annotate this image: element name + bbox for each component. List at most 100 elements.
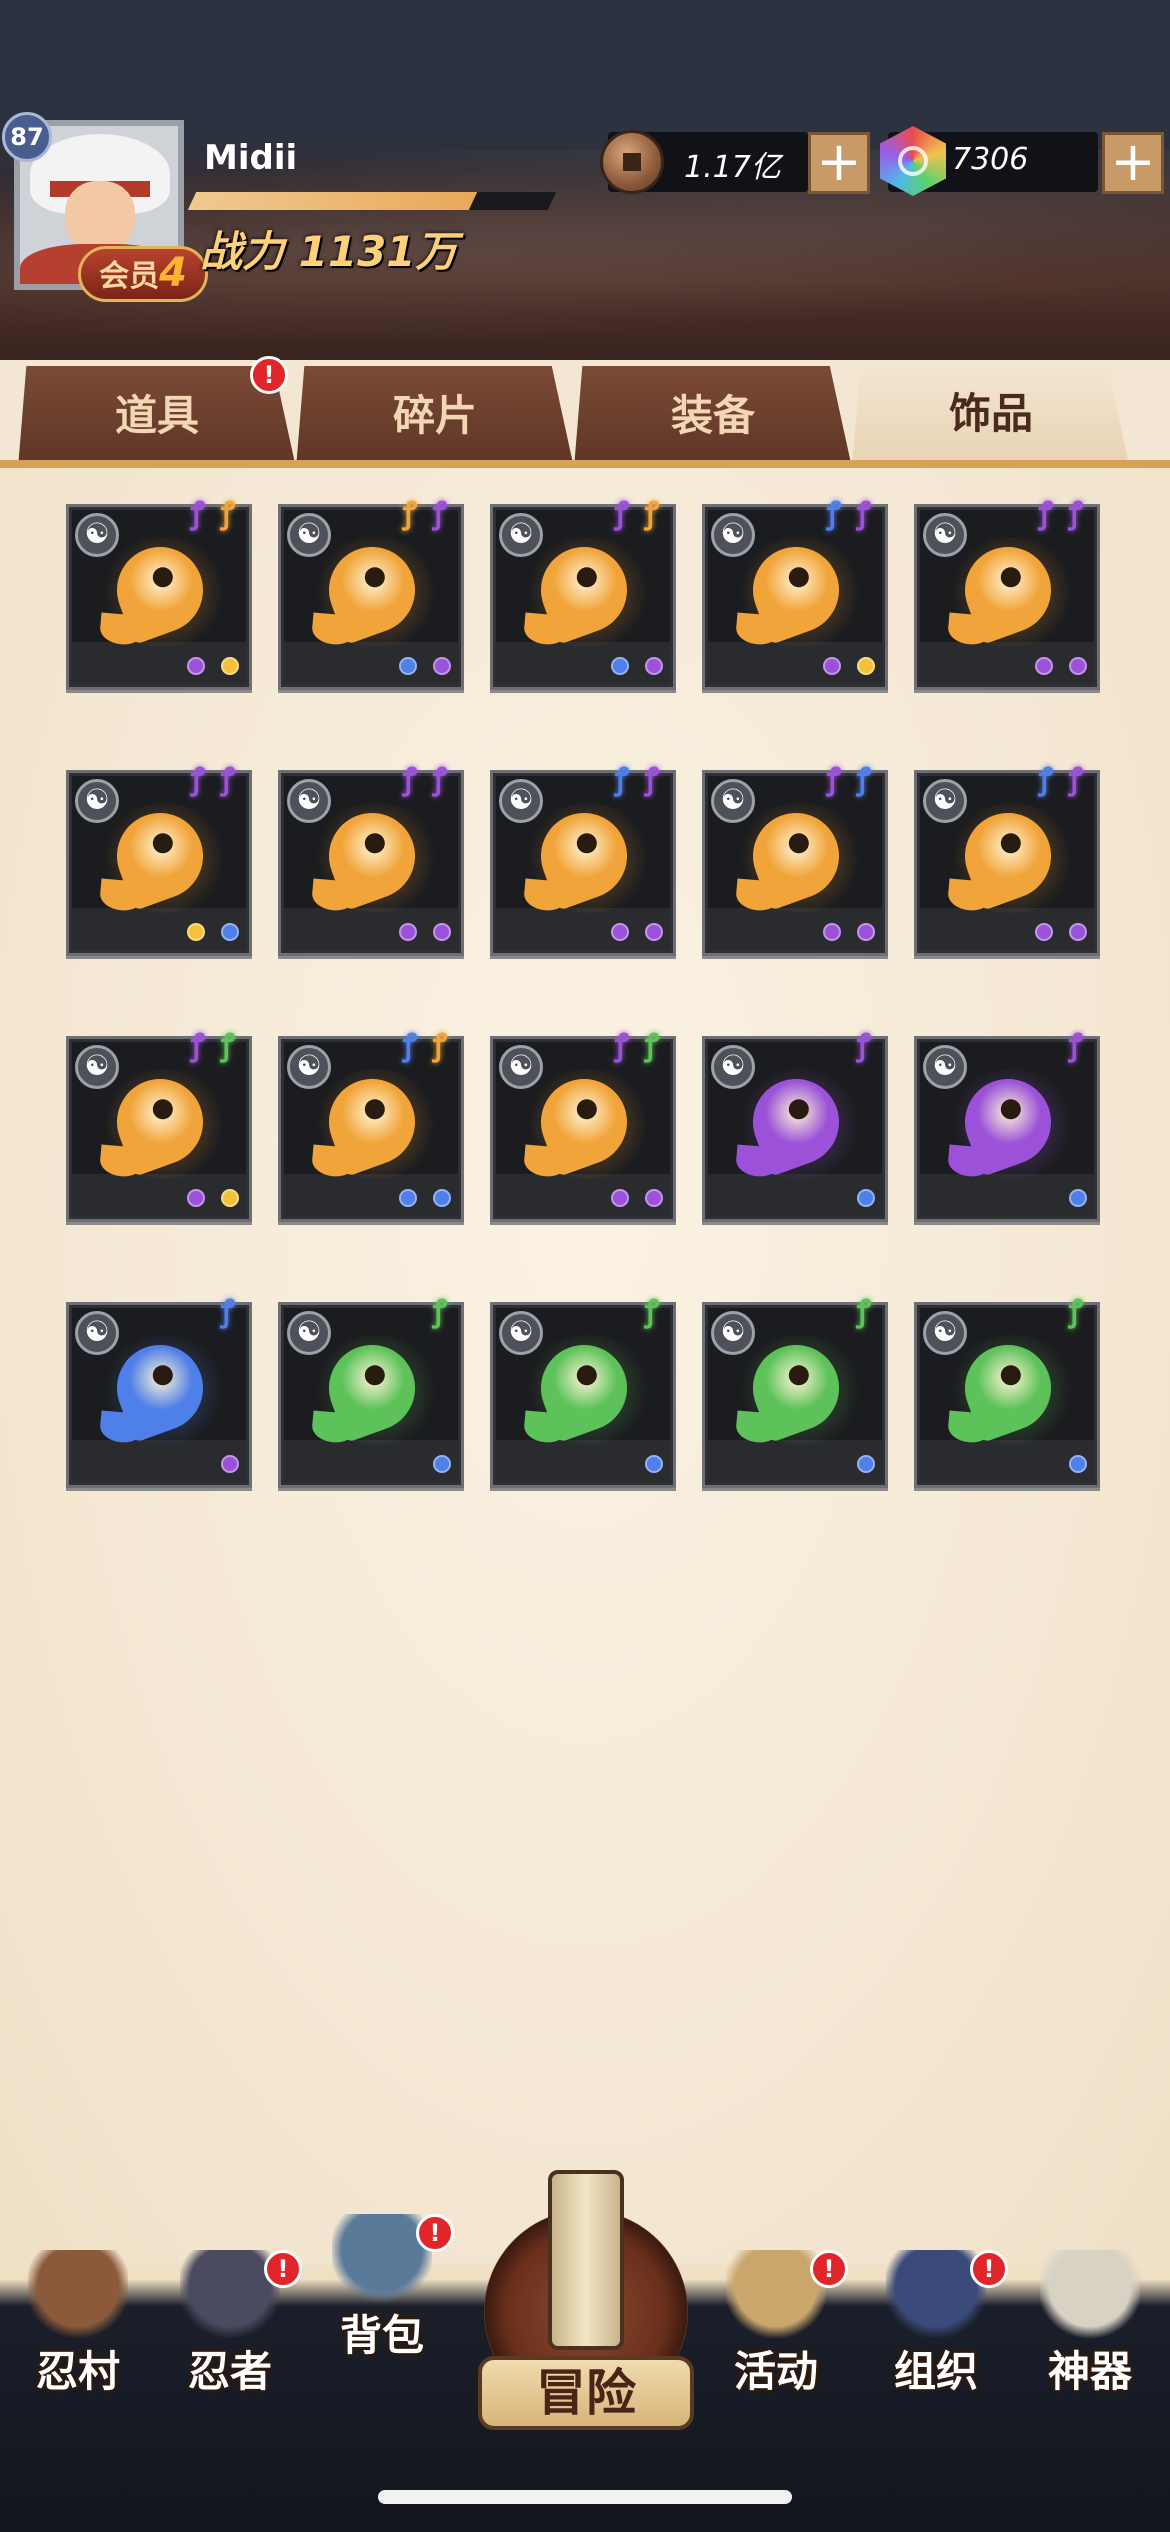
blue-flame-icon: ꝭ [856, 762, 872, 797]
blue-gem-slot-icon [221, 923, 239, 941]
purple-flame-icon: ꝭ [856, 496, 872, 531]
purple-flame-icon: ꝭ [402, 762, 418, 797]
blue-gem-slot-icon [433, 1189, 451, 1207]
rainbow-gem-icon [880, 126, 946, 196]
magatama-hole [149, 1362, 176, 1389]
blue-gem-slot-icon [857, 1455, 875, 1473]
purple-flame-icon: ꝭ [432, 496, 448, 531]
artifact-scroll-icon [1040, 2250, 1140, 2340]
gem-amount: 7306 [952, 142, 1029, 177]
blue-flame-icon: ꝭ [402, 1028, 418, 1063]
tab-underline [0, 460, 1170, 468]
item-footer [496, 1440, 670, 1482]
magatama-hole [785, 564, 812, 591]
item-footer [708, 1440, 882, 1482]
nav-organization-ninja-button[interactable]: 组织! [866, 2250, 1008, 2400]
yin-yang-icon: ☯ [499, 513, 543, 557]
accessory-item[interactable]: ☯ ꝭ [702, 1295, 888, 1488]
item-footer [72, 1174, 246, 1216]
nav-backpack-button[interactable]: 背包! [312, 2214, 454, 2364]
orange-flame-icon: ꝭ [220, 496, 236, 531]
yin-yang-icon: ☯ [711, 1045, 755, 1089]
accessory-item[interactable]: ☯ ꝭ ꝭ [490, 497, 676, 690]
magatama-hole [785, 1362, 812, 1389]
nav-alert-icon: ! [810, 2250, 848, 2288]
accessory-item[interactable]: ☯ ꝭ ꝭ [278, 1029, 464, 1222]
yin-yang-icon: ☯ [287, 1311, 331, 1355]
purple-flame-icon: ꝭ [190, 496, 206, 531]
accessory-item[interactable]: ☯ ꝭ ꝭ [490, 1029, 676, 1222]
yin-yang-icon: ☯ [287, 779, 331, 823]
item-footer [284, 908, 458, 950]
nav-label: 忍村 [35, 2347, 120, 2396]
yin-yang-icon: ☯ [711, 1311, 755, 1355]
accessory-item[interactable]: ☯ ꝭ ꝭ [278, 763, 464, 956]
item-footer [708, 1174, 882, 1216]
add-coins-button[interactable]: + [808, 132, 870, 194]
add-gems-button[interactable]: + [1102, 132, 1164, 194]
yellow-gem-slot-icon [857, 657, 875, 675]
accessory-item[interactable]: ☯ ꝭ ꝭ [66, 1029, 252, 1222]
tab-2[interactable]: 碎片 [296, 366, 574, 468]
yin-yang-icon: ☯ [499, 1311, 543, 1355]
coin-amount: 1.17亿 [684, 150, 781, 185]
item-footer [496, 908, 670, 950]
home-indicator[interactable] [378, 2490, 792, 2504]
purple-gem-slot-icon [645, 657, 663, 675]
nav-village-gate-button[interactable]: 忍村 [8, 2250, 148, 2400]
player-level-badge: 87 [2, 112, 52, 162]
tab-4[interactable]: 饰品 [852, 364, 1130, 470]
adventure-scroll-icon [548, 2170, 624, 2350]
purple-gem-slot-icon [823, 657, 841, 675]
accessory-item[interactable]: ☯ ꝭ [66, 1295, 252, 1488]
accessory-item[interactable]: ☯ ꝭ [914, 1029, 1100, 1222]
nav-artifact-scroll-button[interactable]: 神器 [1020, 2250, 1160, 2400]
nav-adventure-button[interactable]: 冒险 [474, 2170, 698, 2430]
blue-gem-slot-icon [433, 1455, 451, 1473]
purple-flame-icon: ꝭ [614, 496, 630, 531]
green-flame-icon: ꝭ [644, 1294, 660, 1329]
accessory-item[interactable]: ☯ ꝭ ꝭ [66, 763, 252, 956]
accessory-item[interactable]: ☯ ꝭ [490, 1295, 676, 1488]
yin-yang-icon: ☯ [287, 1045, 331, 1089]
yin-yang-icon: ☯ [499, 779, 543, 823]
copper-coin-icon [600, 130, 664, 194]
magatama-hole [573, 1096, 600, 1123]
yellow-gem-slot-icon [187, 923, 205, 941]
purple-gem-slot-icon [645, 1189, 663, 1207]
purple-gem-slot-icon [221, 1455, 239, 1473]
nav-activity-drum-button[interactable]: 活动! [706, 2250, 848, 2400]
nav-label: 忍者 [187, 2347, 272, 2396]
accessory-item[interactable]: ☯ ꝭ ꝭ [914, 763, 1100, 956]
magatama-hole [361, 1362, 388, 1389]
nav-alert-icon: ! [264, 2250, 302, 2288]
purple-gem-slot-icon [433, 657, 451, 675]
vip-level: 4 [159, 250, 187, 296]
item-footer [284, 642, 458, 684]
yin-yang-icon: ☯ [287, 513, 331, 557]
exp-bar-fill [187, 192, 477, 210]
accessory-item[interactable]: ☯ ꝭ ꝭ [914, 497, 1100, 690]
nav-ninja-head-button[interactable]: 忍者! [160, 2250, 302, 2400]
accessory-item[interactable]: ☯ ꝭ [702, 1029, 888, 1222]
accessory-grid: ☯ ꝭ ꝭ ☯ ꝭ ꝭ ☯ ꝭ ꝭ ☯ ꝭ ꝭ ☯ ꝭ ꝭ ☯ ꝭ ꝭ ☯ ꝭ ꝭ ☯ ꝭ ꝭ ☯ ꝭ ꝭ ☯ ꝭ ꝭ ☯ ꝭ ꝭ ☯ ꝭ ꝭ ☯ ꝭ ꝭ ☯… [66, 497, 1106, 1488]
accessory-item[interactable]: ☯ ꝭ ꝭ [702, 763, 888, 956]
item-footer [284, 1440, 458, 1482]
accessory-item[interactable]: ☯ ꝭ ꝭ [702, 497, 888, 690]
accessory-item[interactable]: ☯ ꝭ [278, 1295, 464, 1488]
accessory-item[interactable]: ☯ ꝭ [914, 1295, 1100, 1488]
vip-badge[interactable]: 会员4 [78, 246, 208, 302]
accessory-item[interactable]: ☯ ꝭ ꝭ [278, 497, 464, 690]
nav-alert-icon: ! [416, 2214, 454, 2252]
purple-flame-icon: ꝭ [190, 1028, 206, 1063]
purple-gem-slot-icon [1035, 657, 1053, 675]
tab-3[interactable]: 装备 [574, 366, 852, 468]
avatar-face [65, 181, 135, 251]
magatama-hole [573, 1362, 600, 1389]
accessory-item[interactable]: ☯ ꝭ ꝭ [66, 497, 252, 690]
accessory-item[interactable]: ☯ ꝭ ꝭ [490, 763, 676, 956]
magatama-hole [361, 564, 388, 591]
yin-yang-icon: ☯ [923, 779, 967, 823]
item-footer [708, 642, 882, 684]
magatama-hole [785, 830, 812, 857]
